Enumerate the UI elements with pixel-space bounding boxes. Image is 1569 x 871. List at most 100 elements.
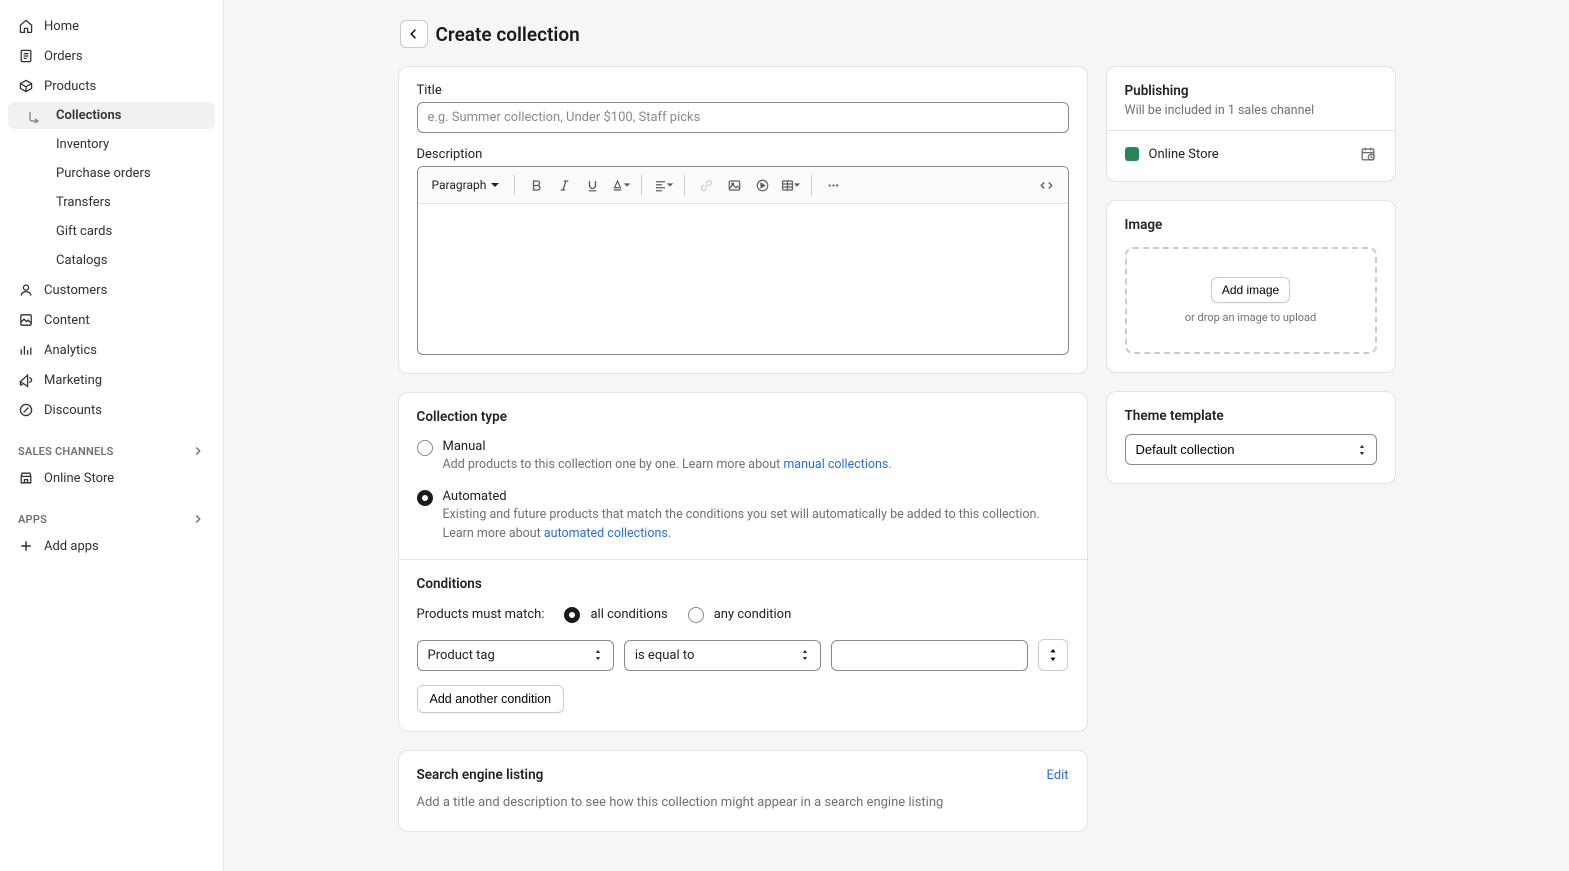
collection-type-heading: Collection type xyxy=(417,409,1069,425)
chevron-right-icon[interactable] xyxy=(191,444,205,458)
nav-label: Home xyxy=(44,19,79,34)
table-button[interactable] xyxy=(777,172,803,198)
publishing-sub: Will be included in 1 sales channel xyxy=(1125,103,1377,118)
page-title: Create collection xyxy=(436,23,580,46)
match-all-label: all conditions xyxy=(590,607,667,622)
nav-home[interactable]: Home xyxy=(8,12,215,40)
editor-body[interactable] xyxy=(418,204,1068,354)
chevron-right-icon[interactable] xyxy=(191,512,205,526)
link-icon xyxy=(699,178,714,193)
nav-customers[interactable]: Customers xyxy=(8,276,215,304)
nav-products[interactable]: Products xyxy=(8,72,215,100)
nav-collections[interactable]: Collections xyxy=(8,102,215,129)
nav-content[interactable]: Content xyxy=(8,306,215,334)
automated-collections-link[interactable]: automated collections xyxy=(544,526,668,541)
condition-value-input[interactable] xyxy=(831,640,1028,671)
manual-collections-link[interactable]: manual collections xyxy=(783,457,888,472)
nav-purchase-orders[interactable]: Purchase orders xyxy=(8,160,215,187)
paragraph-select[interactable]: Paragraph xyxy=(426,174,507,196)
video-button[interactable] xyxy=(749,172,775,198)
seo-edit-link[interactable]: Edit xyxy=(1046,768,1068,783)
theme-template-select[interactable]: Default collection xyxy=(1125,434,1377,465)
rich-editor: Paragraph xyxy=(417,166,1069,355)
color-button[interactable] xyxy=(607,172,633,198)
video-icon xyxy=(755,178,770,193)
nav-online-store[interactable]: Online Store xyxy=(8,464,215,492)
nav-orders[interactable]: Orders xyxy=(8,42,215,70)
seo-card: Search engine listing Edit Add a title a… xyxy=(398,750,1088,832)
image-dropzone[interactable]: Add image or drop an image to upload xyxy=(1125,247,1377,354)
seo-help: Add a title and description to see how t… xyxy=(417,793,1069,813)
italic-button[interactable] xyxy=(551,172,577,198)
nav-inventory[interactable]: Inventory xyxy=(8,131,215,158)
bold-icon xyxy=(529,178,544,193)
sort-icon xyxy=(1047,649,1059,661)
nav-analytics[interactable]: Analytics xyxy=(8,336,215,364)
nav-label: Inventory xyxy=(56,137,109,152)
match-any-radio[interactable] xyxy=(688,607,704,623)
condition-field-select[interactable]: Product tag xyxy=(417,640,614,671)
nav-transfers[interactable]: Transfers xyxy=(8,189,215,216)
publishing-card: Publishing Will be included in 1 sales c… xyxy=(1106,66,1396,182)
seo-heading: Search engine listing xyxy=(417,767,544,783)
content-icon xyxy=(18,312,34,328)
add-image-button[interactable]: Add image xyxy=(1211,277,1290,303)
nav-gift-cards[interactable]: Gift cards xyxy=(8,218,215,245)
nav-label: Analytics xyxy=(44,343,97,358)
editor-toolbar: Paragraph xyxy=(418,167,1068,204)
title-input[interactable] xyxy=(417,102,1069,133)
match-any-label: any condition xyxy=(714,607,792,622)
apps-header: Apps xyxy=(8,504,215,530)
image-button[interactable] xyxy=(721,172,747,198)
section-label: Apps xyxy=(18,513,47,526)
nav-label: Orders xyxy=(44,49,83,64)
nav-label: Catalogs xyxy=(56,253,107,268)
back-button[interactable] xyxy=(400,20,428,48)
channel-name: Online Store xyxy=(1149,147,1349,162)
nav-add-apps[interactable]: Add apps xyxy=(8,532,215,560)
code-view-button[interactable] xyxy=(1034,172,1060,198)
manual-label: Manual xyxy=(443,439,1069,454)
orders-icon xyxy=(18,48,34,64)
discounts-icon xyxy=(18,402,34,418)
products-icon xyxy=(18,78,34,94)
nav-label: Gift cards xyxy=(56,224,112,239)
align-button[interactable] xyxy=(650,172,676,198)
subnav-arrow-icon xyxy=(26,110,42,126)
nav-label: Products xyxy=(44,79,96,94)
link-button xyxy=(693,172,719,198)
select-arrows-icon xyxy=(593,650,603,660)
underline-icon xyxy=(585,178,600,193)
nav-label: Online Store xyxy=(44,471,114,486)
nav-label: Content xyxy=(44,313,90,328)
schedule-icon[interactable] xyxy=(1359,145,1377,163)
more-button[interactable] xyxy=(820,172,846,198)
plus-icon xyxy=(18,538,34,554)
condition-operator-select[interactable]: is equal to xyxy=(624,640,821,671)
theme-heading: Theme template xyxy=(1125,408,1377,424)
image-icon xyxy=(727,178,742,193)
nav-label: Collections xyxy=(56,108,121,123)
bold-button[interactable] xyxy=(523,172,549,198)
nav-discounts[interactable]: Discounts xyxy=(8,396,215,424)
add-condition-button[interactable]: Add another condition xyxy=(417,685,565,713)
nav-label: Add apps xyxy=(44,539,99,554)
automated-radio[interactable] xyxy=(417,490,433,506)
dropzone-help: or drop an image to upload xyxy=(1185,311,1316,324)
sidebar: Home Orders Products Collections Invento… xyxy=(0,0,224,871)
chevron-down-icon xyxy=(490,180,500,190)
nav-label: Customers xyxy=(44,283,107,298)
nav-label: Discounts xyxy=(44,403,102,418)
italic-icon xyxy=(557,178,572,193)
section-label: Sales channels xyxy=(18,445,114,458)
nav-label: Marketing xyxy=(44,373,102,388)
condition-op-value: is equal to xyxy=(635,648,695,663)
theme-card: Theme template Default collection xyxy=(1106,391,1396,484)
condition-sort-button[interactable] xyxy=(1038,639,1068,671)
marketing-icon xyxy=(18,372,34,388)
match-all-radio[interactable] xyxy=(564,607,580,623)
nav-catalogs[interactable]: Catalogs xyxy=(8,247,215,274)
underline-button[interactable] xyxy=(579,172,605,198)
nav-marketing[interactable]: Marketing xyxy=(8,366,215,394)
manual-radio[interactable] xyxy=(417,440,433,456)
